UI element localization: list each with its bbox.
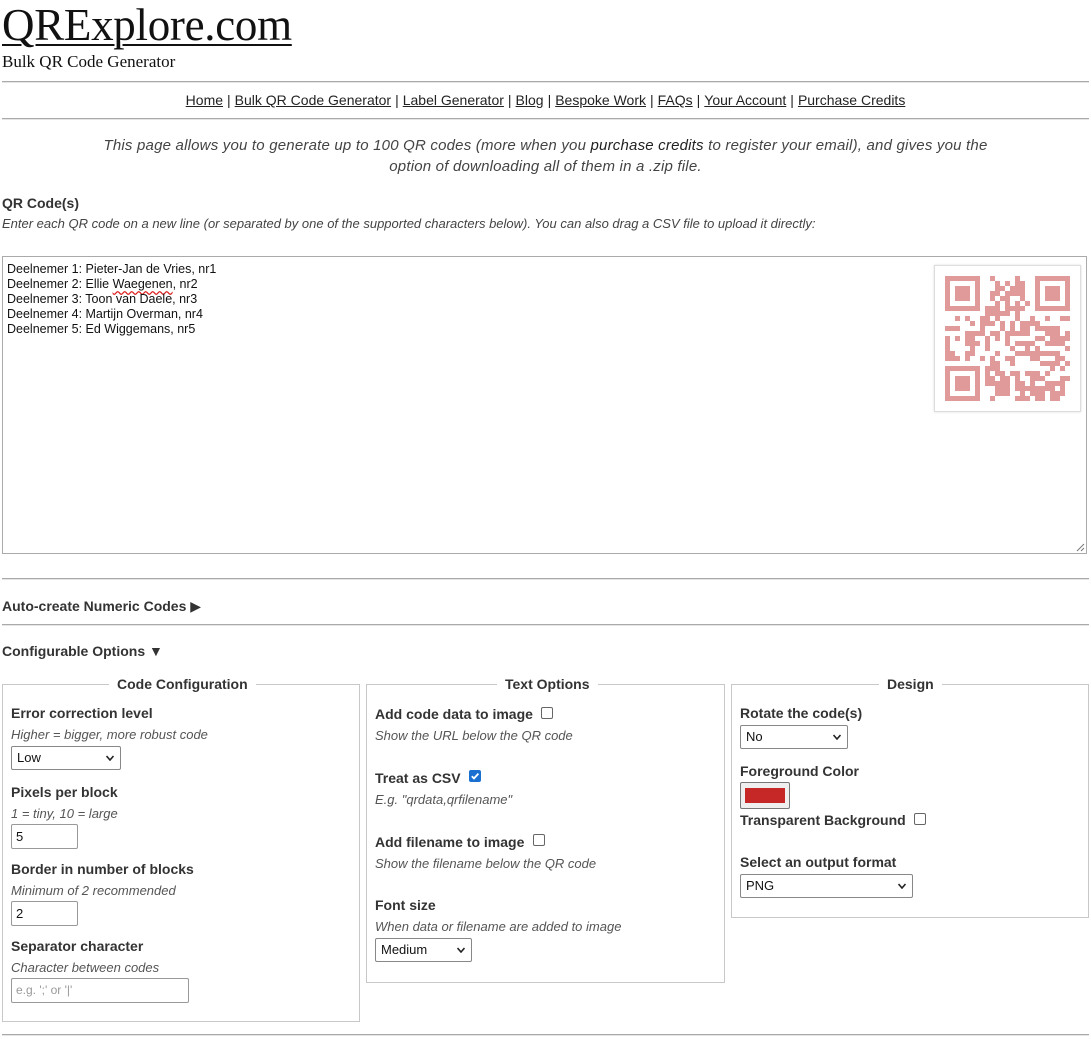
nav-bulk-qr-generator[interactable]: Bulk QR Code Generator — [235, 92, 391, 108]
site-logo-link[interactable]: QRExplore.com — [2, 0, 292, 52]
output-format-value: PNG — [746, 878, 775, 893]
font-size-select[interactable]: Medium — [375, 938, 472, 962]
pixels-per-block-hint: 1 = tiny, 10 = large — [11, 806, 118, 821]
resize-handle-icon[interactable] — [1076, 543, 1085, 552]
error-correction-hint: Higher = bigger, more robust code — [11, 727, 208, 742]
nav-separator: | — [507, 92, 512, 108]
expand-arrow-icon: ▶ — [190, 598, 202, 614]
font-size-value: Medium — [381, 942, 428, 957]
qr-code-line: Deelnemer 2: Ellie Waegenen, nr2 — [7, 277, 198, 291]
qr-code-line: Deelnemer 3: Toon van Daele, nr3 — [7, 292, 198, 306]
text-options-legend: Text Options — [497, 676, 598, 692]
nav-separator: | — [395, 92, 399, 108]
footer-divider — [2, 1034, 1089, 1036]
qr-code-line: Deelnemer 1: Pieter-Jan de Vries, nr1 — [7, 262, 217, 276]
qr-codes-text: Deelnemer 1: Pieter-Jan de Vries, nr1 De… — [7, 262, 216, 337]
intro-text: This page allows you to generate up to 1… — [100, 135, 991, 177]
chevron-down-icon — [833, 734, 841, 740]
configurable-options-toggle[interactable]: Configurable Options ▼ — [2, 643, 163, 659]
design-legend: Design — [879, 676, 942, 692]
qr-codes-textarea[interactable]: Deelnemer 1: Pieter-Jan de Vries, nr1 De… — [2, 256, 1087, 554]
configurable-options-label: Configurable Options — [2, 643, 146, 659]
separator-character-input[interactable]: e.g. ';' or '|' — [11, 978, 189, 1003]
treat-as-csv-label: Treat as CSV — [375, 770, 461, 786]
foreground-color-picker[interactable] — [740, 782, 790, 809]
rotate-codes-select[interactable]: No — [740, 725, 848, 749]
add-code-data-checkbox[interactable] — [541, 707, 553, 719]
qr-code-line: Deelnemer 5: Ed Wiggemans, nr5 — [7, 322, 196, 336]
error-correction-label: Error correction level — [11, 705, 153, 721]
error-correction-value: Low — [17, 750, 41, 765]
intro-text-part1: This page allows you to generate up to 1… — [103, 137, 591, 154]
add-filename-label: Add filename to image — [375, 834, 525, 850]
separator-character-hint: Character between codes — [11, 960, 160, 975]
nav-separator: | — [650, 92, 654, 108]
nav-your-account[interactable]: Your Account — [704, 92, 786, 108]
qr-codes-title: QR Code(s) — [2, 195, 79, 211]
chevron-down-icon — [457, 947, 465, 953]
main-nav: Home | Bulk QR Code Generator | Label Genera… — [0, 91, 1091, 109]
transparent-background-checkbox[interactable] — [914, 813, 926, 825]
foreground-color-swatch — [745, 788, 785, 803]
qr-codes-help: Enter each QR code on a new line (or sep… — [2, 216, 816, 231]
collapse-arrow-icon: ▼ — [149, 643, 163, 659]
rotate-codes-label: Rotate the code(s) — [740, 705, 863, 721]
auto-numeric-label: Auto-create Numeric Codes — [2, 598, 187, 614]
font-size-label: Font size — [375, 897, 436, 913]
header-divider — [2, 81, 1089, 83]
nav-label-generator[interactable]: Label Generator — [403, 92, 504, 108]
font-size-hint: When data or filename are added to image — [375, 919, 622, 934]
foreground-color-label: Foreground Color — [740, 763, 859, 779]
chevron-down-icon — [106, 755, 114, 761]
qr-code-line: Deelnemer 4: Martijn Overman, nr4 — [7, 307, 203, 321]
nav-separator: | — [790, 92, 794, 108]
nav-home[interactable]: Home — [186, 92, 223, 108]
add-filename-hint: Show the filename below the QR code — [375, 856, 597, 871]
border-blocks-hint: Minimum of 2 recommended — [11, 883, 176, 898]
pixels-per-block-input[interactable]: 5 — [11, 824, 78, 849]
code-configuration-legend: Code Configuration — [109, 676, 256, 692]
site-tagline: Bulk QR Code Generator — [2, 52, 176, 71]
qr-code-icon — [945, 276, 1070, 401]
add-code-data-label: Add code data to image — [375, 706, 533, 722]
nav-bespoke-work[interactable]: Bespoke Work — [555, 92, 646, 108]
section-divider — [2, 578, 1089, 580]
transparent-background-label: Transparent Background — [740, 812, 906, 828]
nav-blog[interactable]: Blog — [516, 92, 544, 108]
add-filename-checkbox[interactable] — [533, 834, 545, 846]
chevron-down-icon — [898, 883, 906, 889]
add-code-data-hint: Show the URL below the QR code — [375, 728, 573, 743]
treat-as-csv-hint: E.g. "qrdata,qrfilename" — [375, 792, 513, 807]
nav-separator: | — [227, 92, 231, 108]
nav-separator: | — [547, 92, 552, 108]
section-divider — [2, 624, 1089, 626]
pixels-per-block-label: Pixels per block — [11, 784, 118, 800]
qr-preview-image — [934, 265, 1081, 412]
treat-as-csv-checkbox[interactable] — [469, 770, 481, 782]
intro-purchase-credits-link[interactable]: purchase credits — [591, 137, 704, 154]
separator-character-label: Separator character — [11, 938, 144, 954]
border-blocks-label: Border in number of blocks — [11, 861, 194, 877]
output-format-select[interactable]: PNG — [740, 874, 913, 898]
auto-numeric-toggle[interactable]: Auto-create Numeric Codes ▶ — [2, 598, 201, 615]
rotate-codes-value: No — [746, 729, 763, 744]
nav-purchase-credits[interactable]: Purchase Credits — [798, 92, 905, 108]
border-blocks-input[interactable]: 2 — [11, 901, 78, 926]
nav-divider — [2, 118, 1089, 120]
nav-separator: | — [696, 92, 701, 108]
nav-faqs[interactable]: FAQs — [658, 92, 693, 108]
output-format-label: Select an output format — [740, 854, 897, 870]
checkmark-icon — [471, 772, 480, 780]
error-correction-select[interactable]: Low — [11, 746, 121, 770]
